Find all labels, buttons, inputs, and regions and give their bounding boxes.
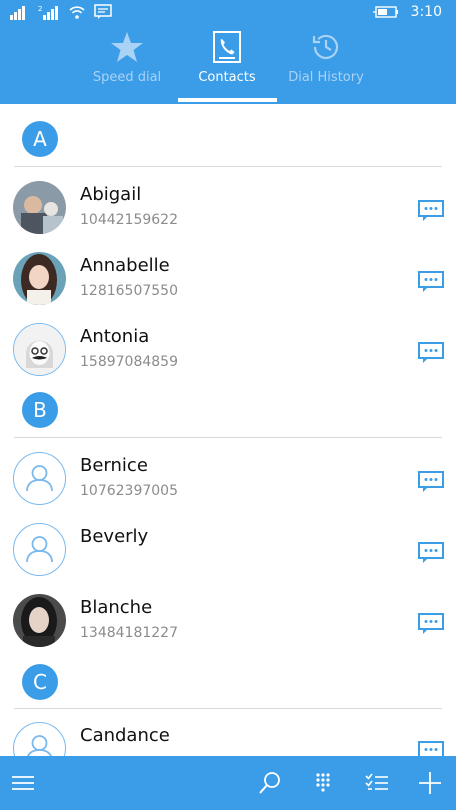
hamburger-menu-icon[interactable]	[10, 770, 36, 796]
contact-row[interactable]: Abigail 10442159622	[0, 174, 456, 244]
contact-name: Bernice	[80, 455, 148, 476]
avatar	[13, 523, 66, 576]
contact-row[interactable]: Antonia 15897084859	[0, 316, 456, 386]
group-header-b[interactable]: B	[22, 392, 58, 428]
contact-row[interactable]: Blanche 13484181227	[0, 587, 456, 657]
tab-bar: Speed dial Contacts Dial History	[0, 28, 456, 104]
add-contact-icon[interactable]	[417, 770, 443, 796]
tab-label: Dial History	[288, 70, 364, 85]
contact-name: Beverly	[80, 526, 149, 547]
group-divider	[14, 166, 442, 167]
avatar	[13, 181, 66, 234]
active-tab-indicator	[178, 98, 277, 102]
message-icon[interactable]	[418, 200, 444, 222]
signal-strength-icon	[10, 6, 25, 20]
group-divider	[14, 437, 442, 438]
contacts-book-icon	[213, 31, 241, 63]
status-bar: 2 3:10	[0, 0, 456, 28]
message-icon[interactable]	[418, 342, 444, 364]
select-list-icon[interactable]	[364, 770, 390, 796]
contact-phone: 12816507550	[80, 283, 178, 299]
dialpad-icon[interactable]	[310, 770, 336, 796]
message-icon[interactable]	[418, 613, 444, 635]
contact-phone: 13484181227	[80, 625, 178, 641]
battery-charging-icon	[372, 6, 398, 18]
app-header: 2 3:10 Speed dial Contacts Dial History	[0, 0, 456, 104]
person-icon	[26, 536, 53, 563]
notification-message-icon	[94, 4, 112, 19]
contact-phone: 10442159622	[80, 212, 178, 228]
avatar	[13, 252, 66, 305]
signal-strength-2-icon: 2	[38, 5, 58, 20]
contact-name: Abigail	[80, 184, 142, 205]
history-clock-icon	[312, 34, 339, 60]
status-time: 3:10	[410, 4, 442, 20]
avatar	[13, 594, 66, 647]
contact-row[interactable]: Beverly	[0, 516, 456, 586]
message-icon[interactable]	[418, 471, 444, 493]
avatar	[13, 323, 66, 376]
star-icon	[111, 32, 143, 62]
bottom-app-bar	[0, 756, 456, 810]
svg-text:2: 2	[38, 5, 42, 13]
avatar	[13, 452, 66, 505]
message-icon[interactable]	[418, 271, 444, 293]
group-divider	[14, 708, 442, 709]
group-header-c[interactable]: C	[22, 664, 58, 700]
contact-name: Antonia	[80, 326, 150, 347]
tab-dial-history[interactable]: Dial History	[266, 28, 386, 104]
contact-row[interactable]: Bernice 10762397005	[0, 445, 456, 515]
contact-name: Blanche	[80, 597, 153, 618]
group-header-a[interactable]: A	[22, 121, 58, 157]
contact-name: Annabelle	[80, 255, 170, 276]
wifi-icon	[69, 6, 85, 19]
search-icon[interactable]	[257, 770, 283, 796]
contact-phone: 15897084859	[80, 354, 178, 370]
person-icon	[26, 465, 53, 492]
message-icon[interactable]	[418, 542, 444, 564]
contact-phone: 10762397005	[80, 483, 178, 499]
contact-name: Candance	[80, 725, 170, 746]
contact-row[interactable]: Annabelle 12816507550	[0, 245, 456, 315]
